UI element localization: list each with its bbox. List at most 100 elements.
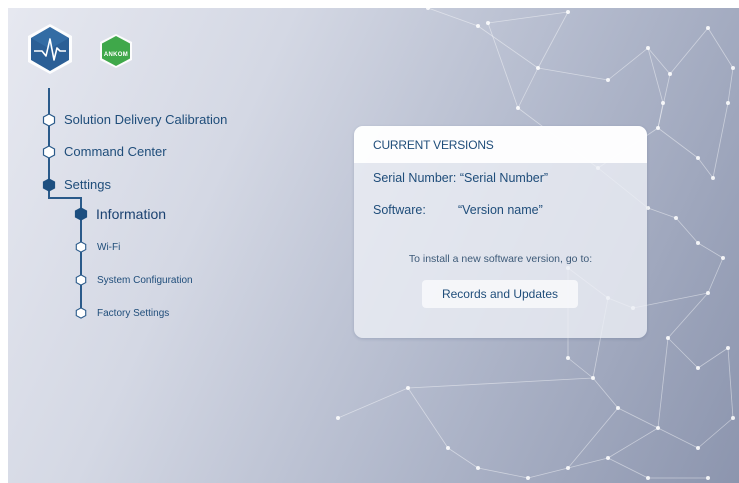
install-instructions-text: To install a new software version, go to… (408, 253, 593, 265)
network-node (526, 476, 530, 480)
network-node (696, 241, 700, 245)
network-line (647, 207, 677, 219)
current-versions-card: CURRENT VERSIONS Serial Number: “Serial … (354, 126, 647, 338)
network-node (446, 446, 450, 450)
nav-item-solution-delivery-calibration[interactable]: Solution Delivery Calibration (42, 112, 227, 127)
software-version-value: “Version name” (458, 203, 543, 217)
nav-subtree-branch-h (48, 197, 82, 199)
network-line (607, 427, 659, 459)
nav-subitem-label: Information (96, 206, 167, 222)
pulse-logo-icon (28, 24, 72, 74)
network-node (606, 456, 610, 460)
network-node (721, 256, 725, 260)
network-node (696, 446, 700, 450)
network-line (657, 102, 664, 129)
network-node (726, 101, 730, 105)
network-node (706, 26, 710, 30)
network-line (617, 407, 659, 429)
network-line (407, 387, 449, 449)
network-line (707, 257, 724, 294)
records-and-updates-button[interactable]: Records and Updates (422, 280, 578, 308)
network-line (517, 67, 539, 109)
ankom-logo (100, 34, 132, 68)
network-node (591, 376, 595, 380)
network-line (407, 377, 594, 389)
network-node (566, 466, 570, 470)
network-node (566, 10, 570, 14)
network-line (657, 337, 669, 429)
network-node (706, 291, 710, 295)
network-node (606, 78, 610, 82)
network-node (668, 72, 672, 76)
network-line (657, 127, 699, 159)
network-line (697, 417, 734, 449)
network-node (656, 126, 660, 130)
brand-logos: ANKOM (22, 22, 132, 86)
network-node (656, 426, 660, 430)
network-line (537, 11, 569, 69)
nav-subitem-label: System Configuration (97, 274, 193, 286)
network-line (487, 22, 519, 109)
nav-item-label: Command Center (64, 144, 167, 159)
network-line (337, 387, 409, 419)
network-node (516, 106, 520, 110)
screen: ANKOM Solution Delivery Calibration Comm… (8, 8, 739, 483)
nav-subitem-system-configuration[interactable]: System Configuration (75, 274, 193, 286)
network-node (731, 66, 735, 70)
network-line (669, 27, 709, 75)
nav-item-label: Settings (64, 177, 111, 192)
network-node (661, 101, 665, 105)
network-line (477, 25, 539, 69)
nav-subitem-information[interactable]: Information (74, 206, 166, 222)
network-node (536, 66, 540, 70)
network-line (657, 427, 699, 449)
network-line (727, 347, 734, 419)
network-line (675, 217, 699, 244)
network-node (476, 24, 480, 28)
network-line (567, 457, 609, 469)
network-line (537, 67, 609, 81)
network-line (567, 357, 594, 379)
serial-number-text: Serial Number: “Serial Number” (373, 171, 549, 185)
nav-item-command-center[interactable]: Command Center (42, 144, 167, 159)
network-line (427, 8, 479, 27)
network-node (731, 416, 735, 420)
network-line (447, 447, 479, 469)
hexagon-icon (75, 307, 87, 319)
nav-subitem-wifi[interactable]: Wi-Fi (75, 241, 120, 253)
network-node (674, 216, 678, 220)
network-node (616, 406, 620, 410)
nav-subitem-label: Factory Settings (97, 307, 170, 319)
network-node (646, 476, 650, 480)
network-line (697, 347, 729, 369)
network-line (527, 467, 569, 479)
network-node (566, 356, 570, 360)
network-node (696, 366, 700, 370)
network-line (607, 457, 649, 479)
hexagon-icon (75, 274, 87, 286)
network-line (727, 67, 734, 104)
network-node (476, 466, 480, 470)
nav-subitem-factory-settings[interactable]: Factory Settings (75, 307, 169, 319)
hexagon-icon (75, 241, 87, 253)
network-node (426, 8, 430, 10)
nav-item-label: Solution Delivery Calibration (64, 112, 228, 127)
network-line (697, 157, 714, 179)
nav-subitem-label: Wi-Fi (97, 241, 121, 253)
nav-connector-line (48, 88, 50, 182)
hexagon-icon (42, 112, 56, 127)
network-line (667, 337, 699, 369)
network-node (666, 336, 670, 340)
hexagon-filled-icon (42, 177, 56, 192)
card-title: CURRENT VERSIONS (354, 126, 647, 163)
network-node (336, 416, 340, 420)
network-line (477, 467, 529, 479)
network-node (486, 21, 490, 25)
hexagon-icon (42, 144, 56, 159)
network-node (406, 386, 410, 390)
network-node (696, 156, 700, 160)
nav-item-settings[interactable]: Settings (42, 177, 111, 192)
network-node (726, 346, 730, 350)
network-line (487, 11, 569, 24)
network-line (607, 47, 649, 81)
